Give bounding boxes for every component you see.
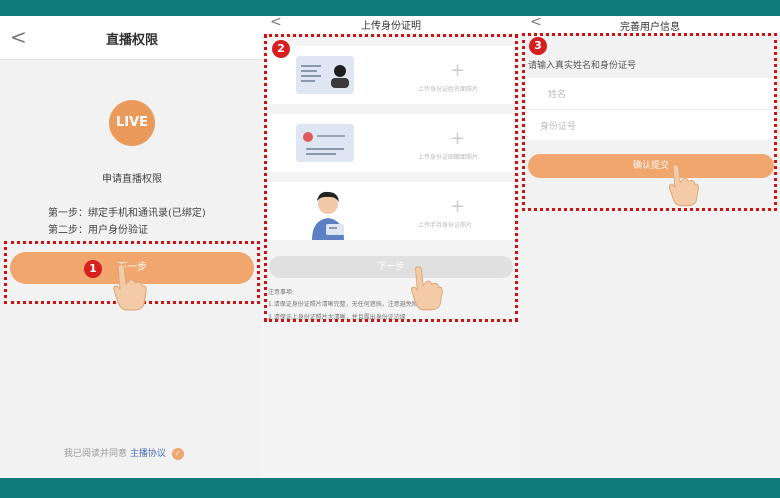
apply-title: 申请直播权限 — [102, 174, 162, 185]
step-one-text: 第一步：绑定手机和通讯录(已绑定) — [48, 208, 206, 219]
step-marker-3: 3 — [529, 37, 547, 55]
anchor-agreement-link[interactable]: 主播协议 — [130, 449, 166, 459]
step-marker-2: 2 — [272, 40, 290, 58]
page-title: 直播权限 — [105, 33, 158, 48]
nav-bar: < 完善用户信息 — [520, 16, 780, 34]
live-logo: LIVE — [109, 100, 155, 146]
checked-icon[interactable]: ✓ — [171, 447, 184, 460]
step-two-text: 第二步：用户身份验证 — [48, 225, 148, 236]
nav-bar: < 直播权限 — [0, 16, 264, 60]
pointing-hand-icon — [668, 164, 699, 207]
frame-bottom-bar — [0, 478, 780, 498]
step-marker-1: 1 — [84, 260, 102, 278]
nav-bar: < 上传身份证明 — [262, 16, 520, 34]
highlight-box-step2 — [264, 34, 518, 322]
page-title: 上传身份证明 — [361, 21, 421, 32]
pointing-hand-icon — [411, 266, 443, 311]
highlight-box-step3 — [522, 33, 777, 211]
agreement-text: 我已阅读并同意 — [64, 449, 128, 459]
agreement-line: 我已阅读并同意 主播协议 ✓ — [64, 446, 184, 460]
page-title: 完善用户信息 — [620, 22, 680, 33]
frame-top-bar — [0, 0, 780, 16]
pointing-hand-icon — [113, 264, 147, 311]
